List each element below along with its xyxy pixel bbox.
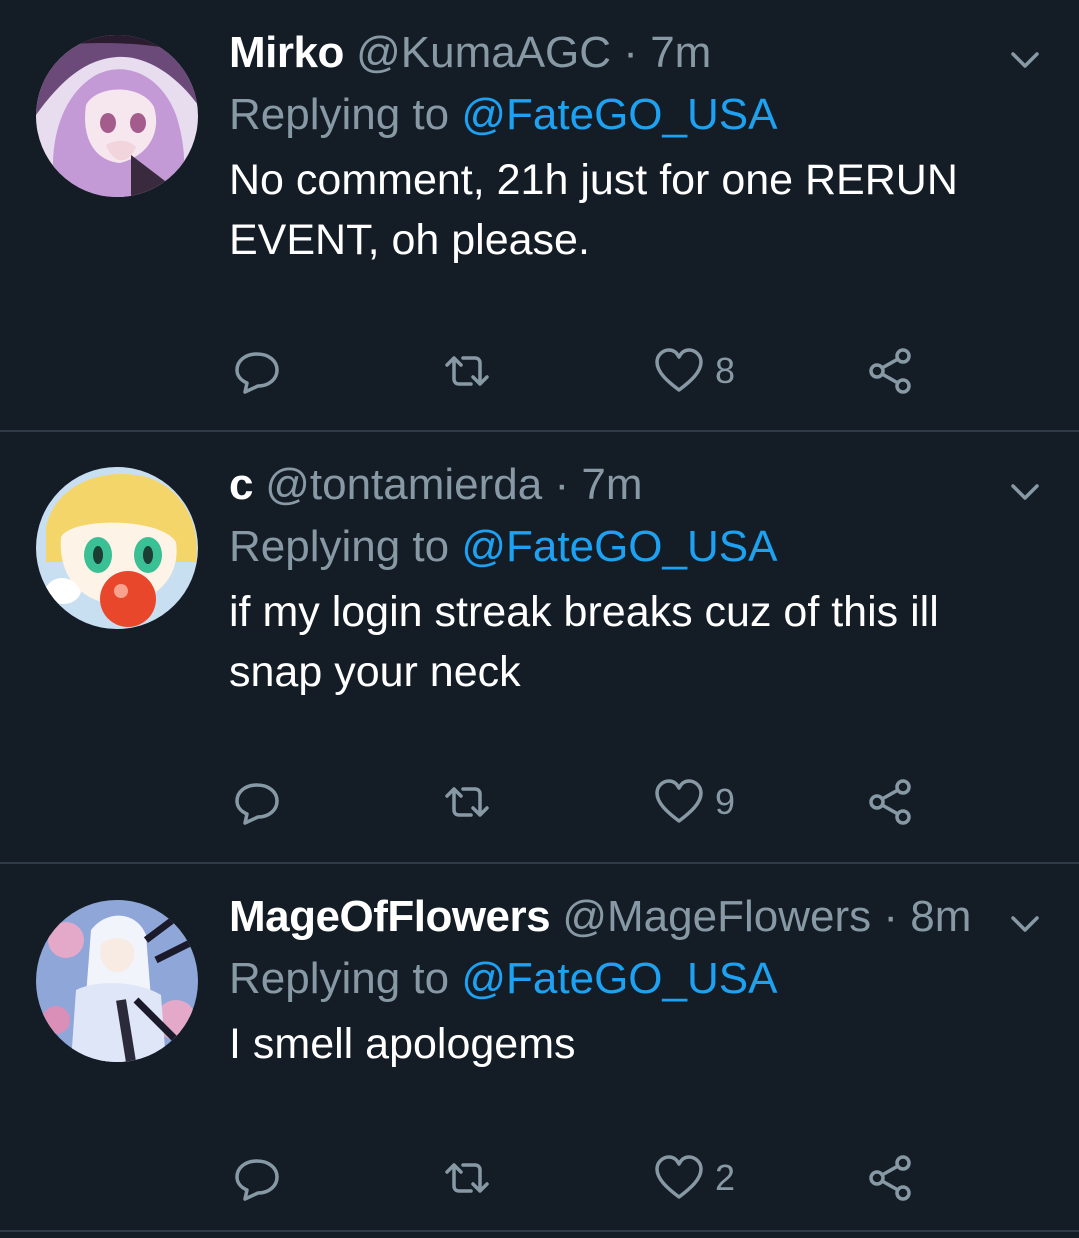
avatar-image xyxy=(36,35,198,197)
chevron-down-icon[interactable] xyxy=(1005,904,1045,944)
reply-button[interactable] xyxy=(231,1148,283,1208)
avatar[interactable] xyxy=(36,35,198,197)
avatar[interactable] xyxy=(36,900,198,1062)
tweet-text: if my login streak breaks cuz of this il… xyxy=(229,588,939,696)
separator-dot: · xyxy=(883,892,899,941)
heart-icon xyxy=(655,1155,703,1199)
chevron-down-icon[interactable] xyxy=(1005,472,1045,512)
action-bar: 2 xyxy=(229,1148,989,1208)
retweet-icon xyxy=(445,787,489,817)
timestamp[interactable]: 8m xyxy=(910,892,971,941)
reply-button[interactable] xyxy=(231,772,283,832)
share-icon xyxy=(869,348,911,394)
retweet-icon xyxy=(445,356,489,386)
avatar-image xyxy=(36,467,198,629)
share-button[interactable] xyxy=(865,1148,917,1208)
reply-button[interactable] xyxy=(231,341,283,401)
share-icon xyxy=(869,779,911,825)
tweet[interactable]: Mirko @KumaAGC · 7m Replying to @FateGO_… xyxy=(0,0,1079,432)
tweet-text: I smell apologems xyxy=(229,1020,576,1068)
mention-link[interactable]: @FateGO_USA xyxy=(461,522,777,571)
user-handle[interactable]: @MageFlowers xyxy=(562,892,871,941)
retweet-icon xyxy=(445,1163,489,1193)
timestamp[interactable]: 7m xyxy=(650,28,711,77)
mention-link[interactable]: @FateGO_USA xyxy=(461,90,777,139)
reply-timeline: Mirko @KumaAGC · 7m Replying to @FateGO_… xyxy=(0,0,1079,1238)
like-button[interactable]: 8 xyxy=(653,341,735,401)
avatar-image xyxy=(36,900,198,1062)
reply-icon xyxy=(235,783,279,825)
like-count: 8 xyxy=(715,350,736,391)
replying-to-label: Replying to xyxy=(229,954,450,1003)
user-handle[interactable]: @tontamierda xyxy=(265,460,542,509)
display-name[interactable]: c xyxy=(229,460,253,509)
heart-icon xyxy=(655,779,703,823)
replying-to-line: Replying to @FateGO_USA xyxy=(229,950,777,1008)
mention-link[interactable]: @FateGO_USA xyxy=(461,954,777,1003)
like-count: 2 xyxy=(715,1157,736,1198)
like-button[interactable]: 9 xyxy=(653,772,735,832)
replying-to-line: Replying to @FateGO_USA xyxy=(229,518,777,576)
user-handle[interactable]: @KumaAGC xyxy=(356,28,611,77)
replying-to-line: Replying to @FateGO_USA xyxy=(229,86,777,144)
separator-dot: · xyxy=(623,28,638,77)
separator-dot: · xyxy=(554,460,570,509)
replying-to-label: Replying to xyxy=(229,522,450,571)
display-name[interactable]: Mirko xyxy=(229,28,344,77)
share-button[interactable] xyxy=(865,341,917,401)
like-button[interactable]: 2 xyxy=(653,1148,735,1208)
tweet-text: No comment, 21h just for one RERUN EVENT… xyxy=(229,156,958,264)
tweet[interactable]: c @tontamierda · 7m Replying to @FateGO_… xyxy=(0,432,1079,864)
tweet[interactable]: MageOfFlowers @MageFlowers · 8m Replying… xyxy=(0,864,1079,1232)
replying-to-label: Replying to xyxy=(229,90,450,139)
like-count: 9 xyxy=(715,781,736,822)
chevron-down-icon[interactable] xyxy=(1005,40,1045,80)
avatar[interactable] xyxy=(36,467,198,629)
tweet-header: Mirko @KumaAGC · 7m xyxy=(229,24,711,82)
retweet-button[interactable] xyxy=(441,1148,493,1208)
reply-icon xyxy=(235,1159,279,1201)
retweet-button[interactable] xyxy=(441,341,493,401)
heart-icon xyxy=(655,348,703,392)
tweet-header: MageOfFlowers @MageFlowers · 8m xyxy=(229,888,971,946)
share-icon xyxy=(869,1155,911,1201)
display-name[interactable]: MageOfFlowers xyxy=(229,892,551,941)
reply-icon xyxy=(235,352,279,394)
action-bar: 9 xyxy=(229,772,989,832)
tweet-header: c @tontamierda · 7m xyxy=(229,456,643,514)
action-bar: 8 xyxy=(229,341,989,401)
share-button[interactable] xyxy=(865,772,917,832)
timestamp[interactable]: 7m xyxy=(581,460,642,509)
retweet-button[interactable] xyxy=(441,772,493,832)
